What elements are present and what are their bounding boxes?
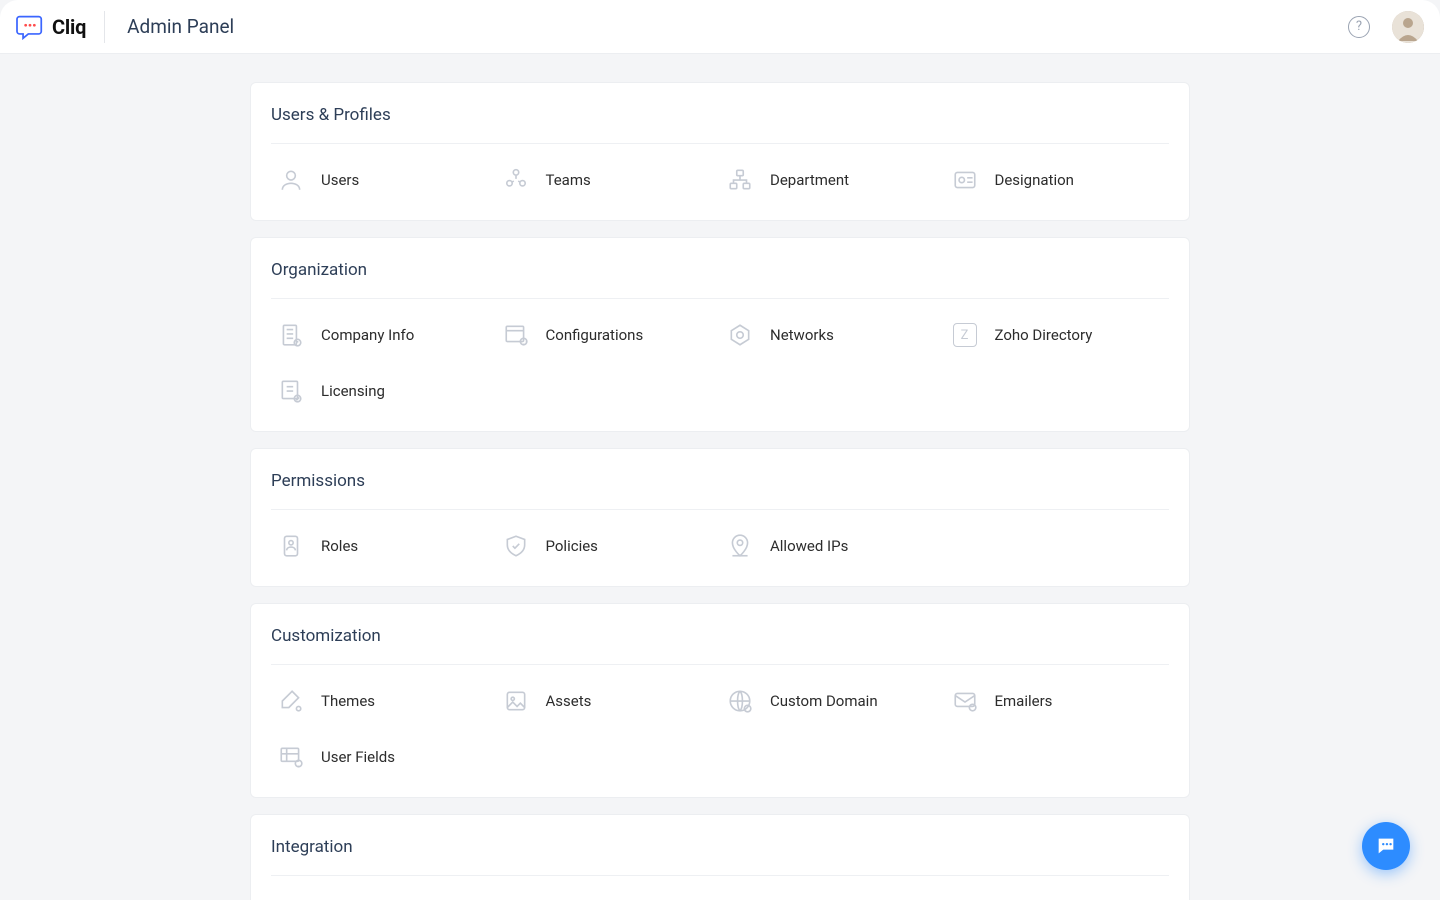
item-emm-services[interactable]: EMM Services (945, 876, 1170, 900)
item-label: User Fields (321, 748, 395, 766)
item-label: Company Info (321, 326, 414, 344)
user-fields-icon (277, 743, 305, 771)
allowed-ips-icon (726, 532, 754, 560)
item-label: Department (770, 171, 849, 189)
designation-icon (951, 166, 979, 194)
item-policies[interactable]: Policies (496, 510, 721, 566)
section-title: Users & Profiles (271, 83, 1169, 144)
user-icon (277, 166, 305, 194)
item-label: Configurations (546, 326, 644, 344)
item-sso-services[interactable]: SSO services (720, 876, 945, 900)
help-icon: ? (1356, 19, 1362, 34)
company-info-icon (277, 321, 305, 349)
item-configurations[interactable]: Configurations (496, 299, 721, 355)
custom-domain-icon (726, 687, 754, 715)
zoho-directory-icon: Z (951, 321, 979, 349)
profile-avatar[interactable] (1392, 11, 1424, 43)
item-label: Emailers (995, 692, 1053, 710)
item-custom-domain[interactable]: Custom Domain (720, 665, 945, 721)
item-label: Users (321, 171, 359, 189)
item-company-info[interactable]: Company Info (271, 299, 496, 355)
item-label: Teams (546, 171, 591, 189)
licensing-icon (277, 377, 305, 405)
section-title: Organization (271, 238, 1169, 299)
item-label: Designation (995, 171, 1074, 189)
item-label: Zoho Directory (995, 326, 1093, 344)
cliq-logo-icon (16, 14, 44, 40)
item-assets[interactable]: Assets (496, 665, 721, 721)
configurations-icon (502, 321, 530, 349)
page-title: Admin Panel (127, 15, 234, 38)
item-emailers[interactable]: Emailers (945, 665, 1170, 721)
header: Cliq Admin Panel ? (0, 0, 1440, 54)
policies-icon (502, 532, 530, 560)
section-title: Customization (271, 604, 1169, 665)
content-scroll[interactable]: Users & Profiles Users Teams (0, 54, 1440, 900)
brand-name: Cliq (52, 15, 86, 39)
item-label: Assets (546, 692, 592, 710)
help-button[interactable]: ? (1348, 16, 1370, 38)
section-customization: Customization Themes Assets (250, 603, 1190, 798)
item-zoho-directory[interactable]: Z Zoho Directory (945, 299, 1170, 355)
item-label: Custom Domain (770, 692, 878, 710)
item-themes[interactable]: Themes (271, 665, 496, 721)
avatar-icon (1392, 11, 1424, 43)
item-users[interactable]: Users (271, 144, 496, 200)
item-designation[interactable]: Designation (945, 144, 1170, 200)
item-label: Networks (770, 326, 834, 344)
section-organization: Organization Company Info Configurations (250, 237, 1190, 432)
chat-fab[interactable] (1362, 822, 1410, 870)
content: Users & Profiles Users Teams (250, 82, 1190, 900)
item-department[interactable]: Department (720, 144, 945, 200)
item-user-fields[interactable]: User Fields (271, 721, 496, 777)
item-allowed-ips[interactable]: Allowed IPs (720, 510, 945, 566)
item-office-365[interactable]: Office 365 (271, 876, 496, 900)
item-roles[interactable]: Roles (271, 510, 496, 566)
item-label: Allowed IPs (770, 537, 848, 555)
section-users-profiles: Users & Profiles Users Teams (250, 82, 1190, 221)
section-permissions: Permissions Roles Policies (250, 448, 1190, 587)
item-label: Themes (321, 692, 375, 710)
item-networks[interactable]: Networks (720, 299, 945, 355)
department-icon (726, 166, 754, 194)
section-integration: Integration Office 365 Zoho People (250, 814, 1190, 900)
themes-icon (277, 687, 305, 715)
chat-icon (1375, 835, 1397, 857)
item-label: Roles (321, 537, 358, 555)
brand-logo[interactable]: Cliq (16, 11, 105, 43)
teams-icon (502, 166, 530, 194)
networks-icon (726, 321, 754, 349)
roles-icon (277, 532, 305, 560)
item-label: Policies (546, 537, 598, 555)
assets-icon (502, 687, 530, 715)
emailers-icon (951, 687, 979, 715)
item-zoho-people[interactable]: Zoho People (496, 876, 721, 900)
item-teams[interactable]: Teams (496, 144, 721, 200)
item-label: Licensing (321, 382, 385, 400)
item-licensing[interactable]: Licensing (271, 355, 496, 411)
section-title: Permissions (271, 449, 1169, 510)
section-title: Integration (271, 815, 1169, 876)
